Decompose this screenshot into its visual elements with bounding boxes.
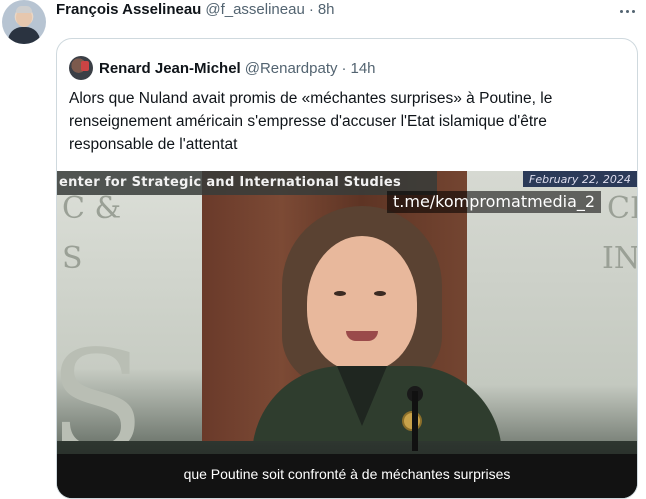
author-handle[interactable]: @f_asselineau xyxy=(205,1,304,18)
separator-dot: · xyxy=(308,1,314,18)
more-dot xyxy=(625,9,629,13)
separator-dot: · xyxy=(341,59,347,77)
quoted-author-handle[interactable]: @Renardpaty xyxy=(245,60,338,77)
video-watermark: t.me/kompromatmedia_2 xyxy=(387,191,602,213)
quoted-header: Renard Jean-Michel @Renardpaty · 14h xyxy=(69,56,376,80)
speaker-eye xyxy=(334,291,346,296)
more-options-icon[interactable] xyxy=(612,1,642,21)
quoted-author-name[interactable]: Renard Jean-Michel xyxy=(99,60,241,77)
speaker-face xyxy=(307,236,417,371)
video-date: February 22, 2024 xyxy=(523,171,637,187)
more-dot xyxy=(631,9,635,13)
quoted-tweet-card[interactable]: Renard Jean-Michel @Renardpaty · 14h Alo… xyxy=(56,38,638,499)
post-header: François Asselineau @f_asselineau · 8h xyxy=(56,1,335,21)
author-avatar[interactable] xyxy=(2,0,46,44)
author-name[interactable]: François Asselineau xyxy=(56,1,201,18)
microphone-stand xyxy=(412,391,418,451)
quoted-author-avatar[interactable] xyxy=(69,56,93,80)
video-banner: enter for Strategic and International St… xyxy=(57,171,437,195)
video-subtitle: que Poutine soit confronté à de méchante… xyxy=(183,466,511,482)
backdrop-letters: C & xyxy=(62,191,122,226)
avatar-hair-shape xyxy=(16,6,32,13)
avatar-detail xyxy=(81,61,89,71)
avatar-suit-shape xyxy=(8,27,40,44)
quoted-tweet-text: Alors que Nuland avait promis de «méchan… xyxy=(69,90,553,153)
backdrop-letters: IN xyxy=(602,241,637,276)
post-time[interactable]: 8h xyxy=(318,1,335,18)
quoted-time[interactable]: 14h xyxy=(351,60,376,77)
speaker-eye xyxy=(374,291,386,296)
backdrop-letters: S xyxy=(62,241,83,276)
backdrop-letters: CE xyxy=(607,191,637,226)
video-player[interactable]: C & S S CE IN enter for Strategic and In… xyxy=(57,171,637,498)
speaker-mouth xyxy=(346,331,378,341)
more-dot xyxy=(619,9,623,13)
